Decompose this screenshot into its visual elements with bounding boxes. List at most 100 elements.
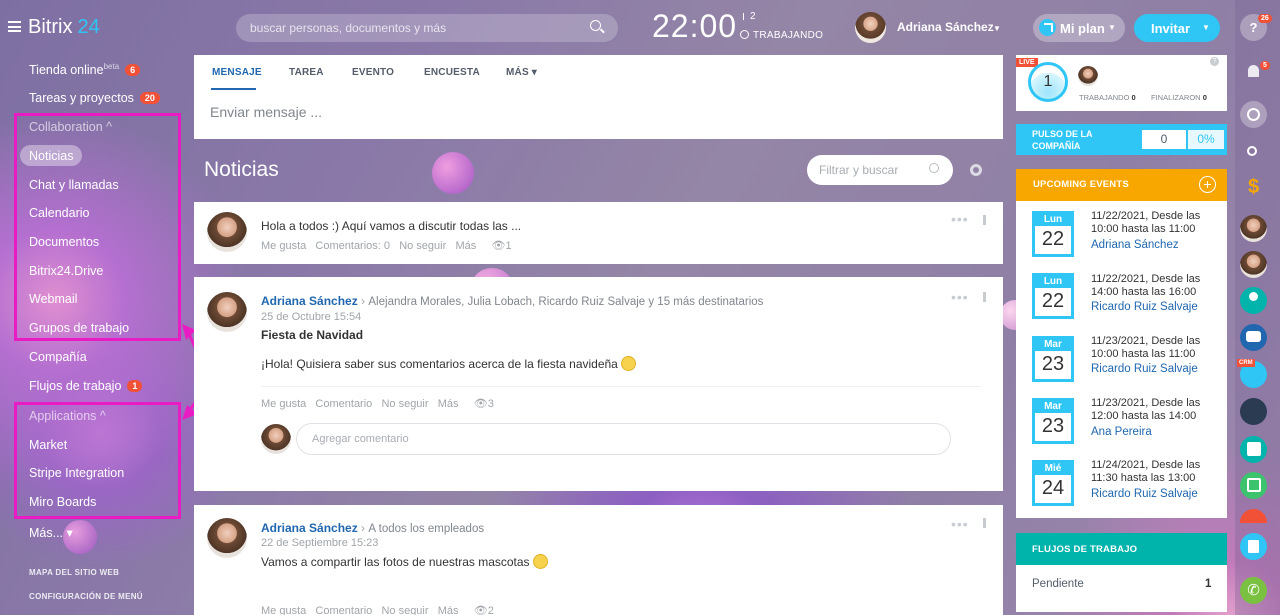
post-date[interactable]: 22 de Septiembre 15:23 bbox=[261, 537, 378, 549]
search-input[interactable] bbox=[236, 14, 618, 42]
tab-message[interactable]: MENSAJE bbox=[212, 67, 262, 78]
post-title: Fiesta de Navidad bbox=[261, 328, 364, 342]
comment-link[interactable]: Comentario bbox=[315, 398, 372, 410]
chevron-down-icon: ▼ bbox=[1108, 23, 1116, 32]
avatar[interactable] bbox=[207, 292, 247, 332]
sidebar-item-more[interactable]: Más... ▾ bbox=[29, 525, 73, 540]
help-icon[interactable]: ? bbox=[1210, 57, 1219, 66]
unfollow-link[interactable]: No seguir bbox=[399, 240, 446, 252]
pulse-percent: 0% bbox=[1188, 130, 1224, 149]
unfollow-link[interactable]: No seguir bbox=[381, 605, 428, 615]
add-event-icon[interactable]: + bbox=[1199, 176, 1216, 193]
bg-ball bbox=[432, 152, 474, 194]
event-time[interactable]: 11/23/2021, Desde las 10:00 hasta las 11… bbox=[1091, 335, 1221, 361]
chevron-down-icon: ▼ bbox=[1202, 23, 1210, 32]
post-author[interactable]: Adriana Sánchez bbox=[261, 294, 358, 308]
more-link[interactable]: Más bbox=[438, 605, 459, 615]
pin-icon[interactable] bbox=[983, 518, 986, 528]
tasks-icon[interactable] bbox=[1240, 472, 1267, 499]
sitemap-link[interactable]: MAPA DEL SITIO WEB bbox=[29, 568, 119, 577]
more-options-icon[interactable]: ••• bbox=[951, 289, 969, 305]
avatar[interactable] bbox=[207, 212, 247, 252]
avatar bbox=[261, 424, 291, 454]
group-icon[interactable] bbox=[1240, 324, 1267, 351]
event-time[interactable]: 11/24/2021, Desde las 11:30 hasta las 13… bbox=[1091, 459, 1221, 485]
user-icon[interactable] bbox=[1240, 287, 1267, 314]
pulse-circle[interactable]: 1 bbox=[1028, 62, 1068, 102]
post-text[interactable]: Hola a todos :) Aquí vamos a discutir to… bbox=[261, 219, 521, 233]
message-input[interactable]: Enviar mensaje ... bbox=[210, 104, 322, 120]
post-author[interactable]: Adriana Sánchez bbox=[261, 521, 358, 535]
event-date: Mié 24 bbox=[1032, 460, 1074, 506]
smile-emoji-icon bbox=[620, 356, 636, 371]
more-options-icon[interactable]: ••• bbox=[951, 211, 969, 227]
event-person[interactable]: Ricardo Ruiz Salvaje bbox=[1091, 301, 1198, 313]
views-count: 1 bbox=[505, 240, 512, 252]
pin-icon[interactable] bbox=[983, 292, 986, 302]
dollar-icon[interactable]: $ bbox=[1240, 176, 1267, 203]
views-count: 2 bbox=[487, 605, 494, 615]
sidebar-item-workflows[interactable]: Flujos de trabajo 1 bbox=[29, 379, 143, 393]
like-link[interactable]: Me gusta bbox=[261, 605, 306, 615]
post-date[interactable]: 25 de Octubre 15:54 bbox=[261, 311, 361, 323]
views-count: 3 bbox=[487, 398, 494, 410]
sidebar-item-company[interactable]: Compañía bbox=[29, 350, 87, 364]
eye-icon: 👁︎ bbox=[491, 240, 506, 252]
chevron-right-icon: › bbox=[361, 294, 366, 308]
event-person[interactable]: Ricardo Ruiz Salvaje bbox=[1091, 488, 1198, 500]
comments-link[interactable]: Comentarios: 0 bbox=[315, 240, 390, 252]
counter-badge: 5 bbox=[1260, 61, 1270, 70]
comment-input[interactable]: Agregar comentario bbox=[296, 423, 951, 455]
pin-icon[interactable] bbox=[983, 215, 986, 225]
tab-poll[interactable]: ENCUESTA bbox=[424, 67, 480, 78]
event-time[interactable]: 11/22/2021, Desde las 14:00 hasta las 16… bbox=[1091, 273, 1221, 299]
menu-config-link[interactable]: CONFIGURACIÓN DE MENÚ bbox=[29, 592, 143, 601]
chat-icon[interactable] bbox=[1240, 101, 1267, 128]
work-status[interactable]: TRABAJANDO bbox=[740, 30, 823, 41]
active-tab-underline bbox=[211, 88, 256, 90]
more-link[interactable]: Más bbox=[455, 240, 476, 252]
event-time[interactable]: 11/23/2021, Desde las 12:00 hasta las 14… bbox=[1091, 397, 1221, 423]
post-recipients[interactable]: Alejandra Morales, Julia Lobach, Ricardo… bbox=[368, 296, 763, 308]
sidebar-item-online-store[interactable]: Tienda onlinebeta 6 bbox=[29, 62, 141, 77]
event-person[interactable]: Adriana Sánchez bbox=[1091, 239, 1179, 251]
search-icon[interactable] bbox=[590, 20, 601, 31]
chevron-down-icon[interactable]: ▼ bbox=[993, 24, 1001, 33]
user-name[interactable]: Adriana Sánchez bbox=[897, 20, 994, 34]
like-link[interactable]: Me gusta bbox=[261, 398, 306, 410]
contact-avatar[interactable] bbox=[1240, 215, 1267, 242]
post-header: Adriana Sánchez › Alejandra Morales, Jul… bbox=[261, 294, 763, 308]
search-icon[interactable] bbox=[1240, 140, 1267, 167]
calendar-icon[interactable] bbox=[1240, 436, 1267, 463]
clock[interactable]: 22:00 bbox=[652, 8, 737, 45]
event-person[interactable]: Ana Pereira bbox=[1091, 426, 1152, 438]
event-date: Lun 22 bbox=[1032, 273, 1074, 319]
tab-more[interactable]: MÁS ▾ bbox=[506, 67, 537, 78]
unfollow-link[interactable]: No seguir bbox=[381, 398, 428, 410]
docs-icon[interactable] bbox=[1240, 533, 1267, 560]
post-recipients[interactable]: A todos los empleados bbox=[368, 523, 484, 535]
more-options-icon[interactable]: ••• bbox=[951, 516, 969, 532]
sidebar-item-tasks[interactable]: Tareas y proyectos 20 bbox=[29, 91, 160, 105]
gear-icon[interactable] bbox=[970, 164, 982, 176]
avatar[interactable] bbox=[1078, 66, 1098, 86]
like-link[interactable]: Me gusta bbox=[261, 240, 306, 252]
workflows-header: FLUJOS DE TRABAJO bbox=[1016, 533, 1227, 565]
counter-badge: 20 bbox=[139, 92, 160, 104]
avatar[interactable] bbox=[207, 518, 247, 558]
search-icon[interactable] bbox=[929, 163, 939, 173]
comment-link[interactable]: Comentario bbox=[315, 605, 372, 615]
phone-icon[interactable]: ✆ bbox=[1240, 577, 1267, 604]
more-link[interactable]: Más bbox=[438, 398, 459, 410]
workflows-pending[interactable]: Pendiente bbox=[1032, 578, 1084, 590]
hamburger-menu-icon[interactable] bbox=[8, 21, 21, 32]
tab-task[interactable]: TAREA bbox=[289, 67, 324, 78]
event-time[interactable]: 11/22/2021, Desde las 10:00 hasta las 11… bbox=[1091, 210, 1221, 236]
contact-avatar[interactable] bbox=[1240, 251, 1267, 278]
avatar[interactable] bbox=[855, 12, 886, 43]
tab-event[interactable]: EVENTO bbox=[352, 67, 394, 78]
contact-avatar[interactable] bbox=[1240, 398, 1267, 425]
logo[interactable]: Bitrix 24 bbox=[28, 16, 100, 39]
event-date: Lun 22 bbox=[1032, 211, 1074, 257]
event-person[interactable]: Ricardo Ruiz Salvaje bbox=[1091, 363, 1198, 375]
